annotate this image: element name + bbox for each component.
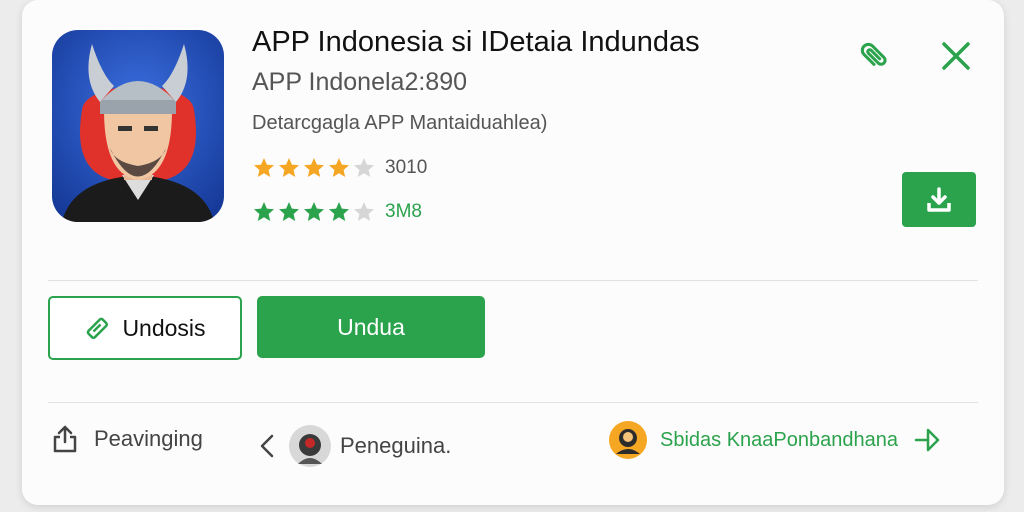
- app-subtitle: APP Indonela2:890: [252, 68, 468, 96]
- share-link[interactable]: Peavinging: [52, 424, 203, 454]
- star-icon: [304, 202, 324, 221]
- star-rating: [252, 200, 377, 224]
- rating-value: 3M8: [385, 201, 422, 222]
- app-card: APP Indonesia si IDetaia Indundas APP In…: [22, 0, 1004, 505]
- primary-action-button[interactable]: Undua: [257, 296, 485, 358]
- star-icon: [254, 202, 274, 221]
- share-label: Peavinging: [94, 426, 203, 451]
- divider: [48, 280, 978, 281]
- share-icon: [53, 425, 77, 453]
- user-label: Peneguina.: [340, 433, 452, 458]
- developer-avatar: [609, 421, 647, 459]
- chevron-left-icon: [260, 434, 274, 458]
- rating-value: 3010: [385, 157, 428, 178]
- divider: [48, 402, 978, 403]
- star-icon: [304, 158, 324, 177]
- primary-action-label: Undua: [337, 313, 405, 340]
- star-icon: [354, 202, 374, 221]
- arrow-right-icon: [914, 428, 940, 452]
- app-description: Detarcgagla APP Mantaiduahlea): [252, 112, 548, 134]
- star-rating: [252, 156, 377, 180]
- star-icon: [329, 202, 349, 221]
- star-icon: [279, 158, 299, 177]
- developer-link[interactable]: Sbidas KnaaPonbandhana: [608, 420, 946, 460]
- secondary-action-label: Undosis: [122, 314, 206, 341]
- developer-label: Sbidas KnaaPonbandhana: [660, 428, 898, 451]
- paperclip-icon[interactable]: [854, 36, 894, 76]
- star-icon: [279, 202, 299, 221]
- star-icon: [254, 158, 274, 177]
- app-icon: [52, 30, 224, 222]
- star-icon: [329, 158, 349, 177]
- app-title: APP Indonesia si IDetaia Indundas: [252, 26, 700, 58]
- rating-row-secondary: 3M8: [252, 200, 422, 224]
- download-icon: [927, 186, 951, 212]
- star-icon: [354, 158, 374, 177]
- avatar: [289, 425, 331, 467]
- close-icon[interactable]: [936, 36, 976, 76]
- user-link[interactable]: Peneguina.: [256, 424, 451, 468]
- rating-row-primary: 3010: [252, 156, 427, 180]
- secondary-action-button[interactable]: Undosis: [48, 296, 242, 360]
- download-button[interactable]: [902, 172, 976, 227]
- tag-icon: [87, 317, 109, 340]
